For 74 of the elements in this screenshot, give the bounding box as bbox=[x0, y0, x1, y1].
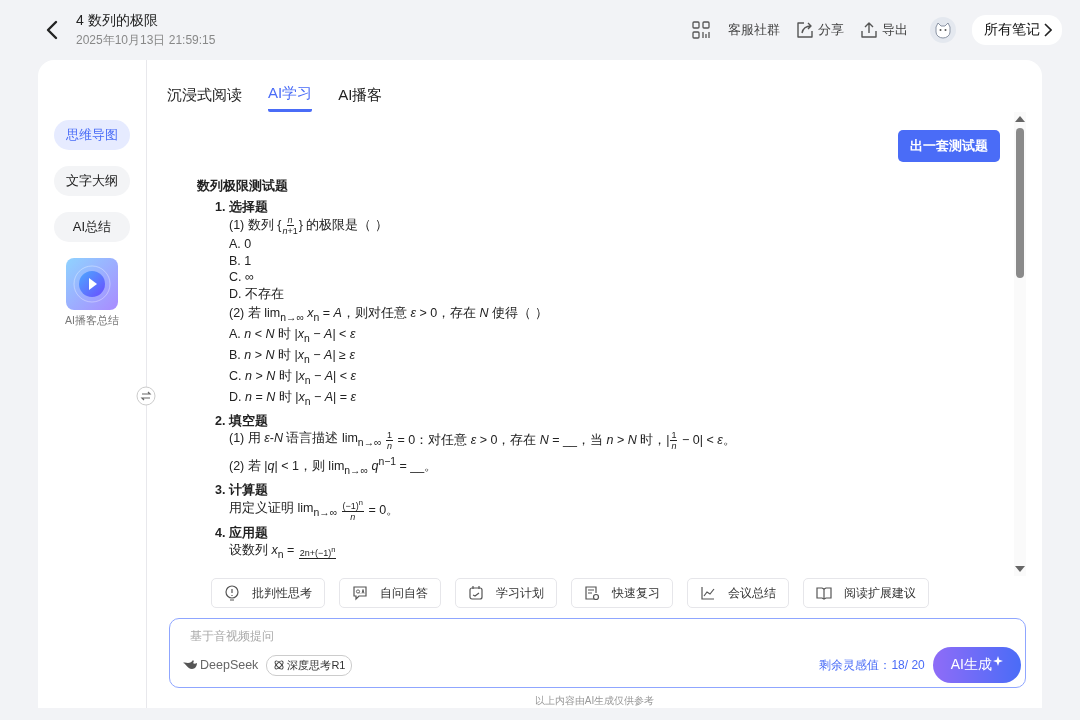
back-icon[interactable] bbox=[46, 20, 58, 40]
header-action-button[interactable]: 分享 bbox=[796, 21, 844, 39]
math-text: B. n > N 时 |x$_{n}$ − A| ≥ ε bbox=[229, 347, 355, 367]
upload-icon bbox=[860, 21, 878, 39]
math-text: (1) 用 ε-N 语言描述 lim$_{n→∞}$ bbox=[229, 429, 383, 449]
math-text: A. 0 bbox=[229, 236, 252, 253]
fraction: 1 n bbox=[385, 429, 393, 451]
share-icon bbox=[796, 21, 814, 39]
chat-icon bbox=[352, 585, 368, 601]
grid-icon bbox=[692, 21, 710, 39]
shortcut-chip[interactable]: 快速复习 bbox=[571, 578, 673, 608]
sparkle-icon bbox=[993, 656, 1003, 666]
line-chart-icon bbox=[700, 585, 716, 601]
scroll-up-icon[interactable] bbox=[1015, 116, 1025, 122]
section-heading: 4. 应用题 bbox=[215, 525, 269, 542]
math-text: = 0。 bbox=[367, 501, 400, 519]
whale-icon bbox=[182, 659, 198, 671]
math-text: D. n = N 时 |x$_{n}$ − A| = ε bbox=[229, 389, 357, 409]
scrollbar[interactable] bbox=[1014, 112, 1026, 576]
math-text: (2) 若 lim$_{n→∞}$ x$_{n}$ = A，则对任意 ε > 0，存在 N 使得（ ） bbox=[229, 305, 548, 325]
header-action-button[interactable]: 导出 bbox=[860, 21, 908, 39]
model-label[interactable]: DeepSeek bbox=[182, 658, 259, 672]
deep-think-chip[interactable]: 深度思考R1 bbox=[266, 654, 353, 676]
disclaimer-text: 以上内容由AI生成仅供参考 bbox=[533, 694, 656, 708]
math-text: B. 1 bbox=[229, 252, 252, 269]
fraction: 2n+(−1)$^{n}$ bbox=[298, 545, 337, 560]
fraction: 1 n bbox=[670, 429, 678, 451]
sidebar-item[interactable]: 文字大纲 bbox=[54, 166, 130, 196]
all-notes-button[interactable]: 所有笔记 bbox=[972, 15, 1062, 45]
math-text: (1) 数列 { bbox=[229, 217, 282, 234]
shortcut-chip[interactable]: 自问自答 bbox=[339, 578, 441, 608]
question-input-box[interactable]: 基于音视频提问 DeepSeek 深度思考R1 剩余灵感值：18/ 20 AI生成 bbox=[169, 618, 1026, 688]
math-text: A. n < N 时 |x$_{n}$ − A| < ε bbox=[229, 326, 356, 346]
math-text: C. n > N 时 |x$_{n}$ − A| < ε bbox=[229, 368, 357, 388]
sidebar-item[interactable]: AI总结 bbox=[54, 212, 130, 242]
tab[interactable]: AI播客 bbox=[338, 84, 383, 112]
scroll-down-icon[interactable] bbox=[1015, 566, 1025, 572]
math-text: D. 不存在 bbox=[229, 285, 284, 302]
fraction: n n+1 bbox=[282, 215, 298, 236]
math-text: 用定义证明 lim$_{n→∞}$ bbox=[229, 499, 339, 520]
book-icon bbox=[816, 585, 832, 601]
quiz-title: 数列极限测试题 bbox=[197, 178, 289, 195]
note-title: 4 数列的极限 bbox=[76, 11, 159, 30]
header-action-button[interactable]: 客服社群 bbox=[692, 21, 780, 39]
shortcut-chip[interactable]: 会议总结 bbox=[687, 578, 789, 608]
math-text: } 的极限是（ ） bbox=[298, 217, 388, 234]
atom-icon bbox=[273, 659, 286, 671]
bulb-icon bbox=[224, 585, 240, 601]
fraction: (−1)$^{n}$ n bbox=[341, 498, 364, 523]
generate-quiz-button[interactable]: 出一套测试题 bbox=[898, 130, 1000, 162]
ai-generate-button[interactable]: AI生成 bbox=[932, 647, 1021, 683]
tab[interactable]: 沉浸式阅读 bbox=[167, 84, 242, 112]
podcast-label: AI播客总结 bbox=[65, 314, 119, 328]
sidebar-item[interactable]: 思维导图 bbox=[54, 120, 130, 150]
section-heading: 1. 选择题 bbox=[215, 198, 269, 215]
avatar-icon[interactable] bbox=[930, 17, 956, 43]
play-icon[interactable] bbox=[66, 258, 118, 310]
tab[interactable]: AI学习 bbox=[268, 84, 313, 112]
shortcut-chip[interactable]: 学习计划 bbox=[455, 578, 557, 608]
scrollbar-thumb[interactable] bbox=[1016, 128, 1024, 278]
document-icon bbox=[584, 585, 600, 601]
shortcut-chip[interactable]: 批判性思考 bbox=[211, 578, 325, 608]
math-text: C. ∞ bbox=[229, 269, 254, 286]
calendar-icon bbox=[468, 585, 484, 601]
shortcut-chip[interactable]: 阅读扩展建议 bbox=[803, 578, 929, 608]
math-text: 设数列 x$_{n}$ = bbox=[229, 541, 296, 562]
math-text: (2) 若 |q| < 1，则 lim$_{n→∞}$ q$^{n−1}$ = __。 bbox=[229, 454, 438, 478]
section-heading: 2. 填空题 bbox=[215, 413, 269, 430]
quota-text: 剩余灵感值：18/ 20 bbox=[819, 656, 925, 674]
section-heading: 3. 计算题 bbox=[215, 481, 269, 499]
math-text: = 0：对任意 ε > 0，存在 N = __，当 n > N 时，| bbox=[396, 431, 670, 449]
chevron-right-icon bbox=[1044, 23, 1052, 37]
math-text: − 0| < ε。 bbox=[680, 431, 736, 449]
note-datetime: 2025年10月13日 21:59:15 bbox=[76, 31, 216, 49]
